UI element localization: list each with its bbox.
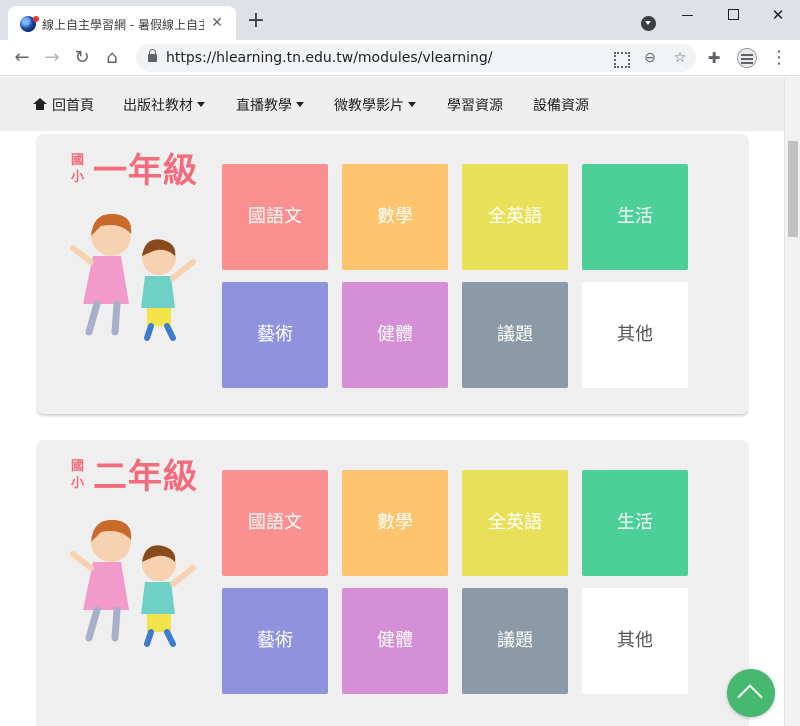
kids-illustration [70, 519, 196, 647]
subject-label: 生活 [617, 206, 653, 227]
browser-toolbar: ← → ↻ ⌂ https://hlearning.tn.edu.tw/modu… [0, 40, 800, 76]
subject-label: 藝術 [257, 324, 293, 345]
subject-label: 健體 [377, 630, 413, 651]
subject-label: 其他 [617, 630, 653, 651]
subject-tile[interactable]: 國語文 [222, 164, 328, 270]
scrollbar[interactable] [784, 77, 800, 726]
subject-label: 其他 [617, 324, 653, 345]
chevron-up-icon [737, 684, 763, 710]
maximize-icon[interactable] [714, 4, 754, 26]
nav-micro-label: 微教學影片 [334, 98, 404, 114]
subject-label: 全英語 [488, 206, 542, 227]
lock-icon[interactable] [148, 49, 157, 62]
nav-home[interactable]: 回首頁 [33, 95, 94, 115]
grade-prefix: 國小 [71, 153, 85, 185]
back-icon[interactable]: ← [10, 46, 34, 70]
subject-label: 數學 [377, 206, 413, 227]
subject-tile[interactable]: 全英語 [462, 470, 568, 576]
subject-label: 議題 [497, 630, 533, 651]
nav-resources-label: 學習資源 [447, 98, 503, 114]
puzzle-icon[interactable]: ✚ [706, 50, 722, 66]
subject-label: 國語文 [248, 512, 302, 533]
nav-live-label: 直播教學 [236, 98, 292, 114]
browser-tab[interactable]: 線上自主學習網 - 暑假線上自主學 ✕ [8, 6, 236, 40]
grade-prefix: 國小 [71, 459, 85, 491]
caret-down-icon [408, 101, 416, 107]
forward-icon[interactable]: → [40, 46, 64, 70]
subject-tile[interactable]: 健體 [342, 282, 448, 388]
caret-down-icon [197, 101, 205, 107]
subject-label: 健體 [377, 324, 413, 345]
caret-down-icon [296, 101, 304, 107]
subject-tile[interactable]: 生活 [582, 470, 688, 576]
subject-tile[interactable]: 健體 [342, 588, 448, 694]
subject-tile[interactable]: 藝術 [222, 588, 328, 694]
subject-tile[interactable]: 全英語 [462, 164, 568, 270]
kebab-menu-icon[interactable]: ⋮ [770, 46, 788, 70]
grade-card-1: 國小 一年級 國語文 數學 全英語 生活 藝術 健體 議題 其他 [37, 134, 748, 414]
site-nav: 回首頁 出版社教材 直播教學 微教學影片 學習資源 設備資源 [0, 77, 784, 131]
page-viewport: 回首頁 出版社教材 直播教學 微教學影片 學習資源 設備資源 國小 一年級 國語… [0, 77, 784, 726]
tab-strip: 線上自主學習網 - 暑假線上自主學 ✕ + ✕ [0, 0, 800, 40]
grade-name: 二年級 [93, 457, 198, 497]
subject-tile[interactable]: 國語文 [222, 470, 328, 576]
favicon [20, 16, 39, 32]
subject-label: 生活 [617, 512, 653, 533]
kids-illustration [70, 213, 196, 341]
home-icon [33, 98, 47, 111]
reload-icon[interactable]: ↻ [70, 46, 94, 70]
tab-search-icon[interactable] [641, 16, 656, 31]
subject-tile[interactable]: 藝術 [222, 282, 328, 388]
nav-micro[interactable]: 微教學影片 [334, 95, 416, 115]
nav-home-label: 回首頁 [52, 98, 94, 114]
nav-resources[interactable]: 學習資源 [447, 95, 503, 115]
plus-icon[interactable]: + [246, 10, 266, 32]
nav-live[interactable]: 直播教學 [236, 95, 304, 115]
subject-tile[interactable]: 數學 [342, 470, 448, 576]
nav-equipment-label: 設備資源 [533, 98, 589, 114]
grade-card-2: 國小 二年級 國語文 數學 全英語 生活 藝術 健體 議題 其他 [37, 440, 748, 726]
subject-label: 國語文 [248, 206, 302, 227]
scroll-thumb[interactable] [788, 141, 798, 237]
subject-tile[interactable]: 其他 [582, 282, 688, 388]
subject-tile[interactable]: 議題 [462, 588, 568, 694]
back-to-top-button[interactable] [727, 669, 775, 717]
close-window-icon[interactable]: ✕ [758, 4, 798, 26]
subject-tile[interactable]: 其他 [582, 588, 688, 694]
url-text[interactable]: https://hlearning.tn.edu.tw/modules/vlea… [166, 50, 493, 66]
grade-name: 一年級 [93, 151, 198, 191]
nav-publisher-label: 出版社教材 [123, 98, 193, 114]
home-icon[interactable]: ⌂ [100, 46, 124, 70]
subject-label: 全英語 [488, 512, 542, 533]
subject-tile[interactable]: 數學 [342, 164, 448, 270]
star-icon[interactable]: ☆ [670, 48, 690, 68]
subject-label: 藝術 [257, 630, 293, 651]
zoom-icon[interactable]: ⊖ [640, 48, 660, 68]
subject-tile[interactable]: 議題 [462, 282, 568, 388]
close-icon[interactable]: ✕ [208, 14, 226, 32]
subject-label: 數學 [377, 512, 413, 533]
subject-tile[interactable]: 生活 [582, 164, 688, 270]
address-bar[interactable]: https://hlearning.tn.edu.tw/modules/vlea… [136, 44, 696, 72]
nav-publisher[interactable]: 出版社教材 [123, 95, 205, 115]
nav-equipment[interactable]: 設備資源 [533, 95, 589, 115]
subject-label: 議題 [497, 324, 533, 345]
minimize-icon[interactable] [668, 4, 708, 26]
tab-title: 線上自主學習網 - 暑假線上自主學 [42, 18, 204, 32]
profile-icon[interactable] [737, 48, 757, 68]
qr-code-icon[interactable] [610, 48, 630, 68]
